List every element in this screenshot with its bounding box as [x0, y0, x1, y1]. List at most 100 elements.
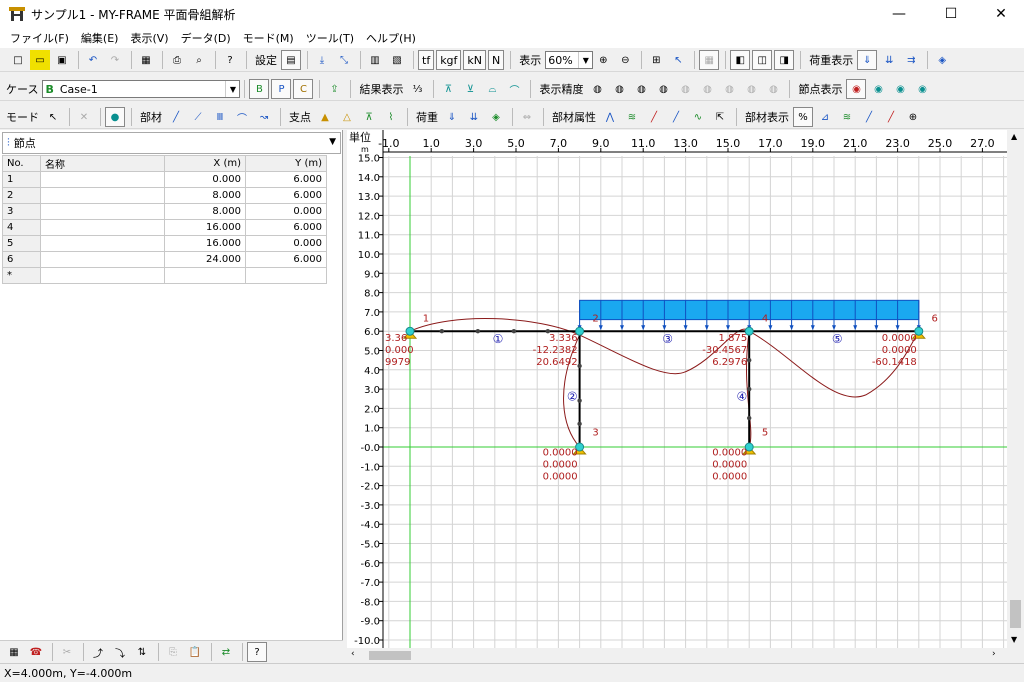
- select-arrow-icon[interactable]: ↖: [43, 107, 63, 127]
- result-table-icon[interactable]: ⅓: [407, 79, 427, 99]
- case-p-button[interactable]: P: [271, 79, 292, 99]
- pan-icon[interactable]: ↖: [668, 50, 688, 70]
- node-display-icon-3[interactable]: ◉: [890, 79, 910, 99]
- column-header-no[interactable]: No.: [2, 155, 41, 172]
- table-view-icon[interactable]: ▦: [4, 642, 24, 662]
- column-header-x[interactable]: X (m): [164, 155, 246, 172]
- cell-name[interactable]: [40, 267, 165, 284]
- case-select[interactable]: B Case-1 ▼: [42, 80, 241, 98]
- scroll-right-icon[interactable]: ›: [992, 649, 996, 659]
- cell-name[interactable]: [40, 171, 165, 188]
- frame-canvas[interactable]: 単位 m -1.0 1.0 3.0 5.0 7.0 9.0 11.0 13.0 15.0 17.0 19…: [347, 130, 1007, 648]
- result-moment-icon[interactable]: ⌓: [482, 79, 502, 99]
- table-new-row[interactable]: *: [2, 267, 327, 284]
- sort-icon[interactable]: ⇅: [132, 642, 152, 662]
- member-display-icon-4[interactable]: ╱: [859, 107, 879, 127]
- export-icon[interactable]: ⤡: [334, 50, 354, 70]
- panel-type-select[interactable]: ⫶ 節点 ▼: [2, 132, 341, 154]
- member-arc-icon[interactable]: ⌒: [232, 107, 252, 127]
- save-icon[interactable]: ▣: [52, 50, 72, 70]
- precision-icon-9[interactable]: ◍: [763, 79, 783, 99]
- member-display-icon-1[interactable]: %: [793, 107, 813, 127]
- move-down-icon[interactable]: ⤵: [110, 642, 130, 662]
- menu-mode[interactable]: モード(M): [237, 30, 300, 46]
- attr-icon-5[interactable]: ∿: [688, 107, 708, 127]
- zoom-select[interactable]: 60% ▼: [545, 51, 594, 69]
- precision-icon-8[interactable]: ◍: [741, 79, 761, 99]
- menu-data[interactable]: データ(D): [175, 30, 237, 46]
- menu-view[interactable]: 表示(V): [124, 30, 174, 46]
- precision-icon-6[interactable]: ◍: [697, 79, 717, 99]
- cell-x[interactable]: 8.000: [164, 203, 246, 220]
- cell-x[interactable]: 16.000: [164, 235, 246, 252]
- layout-left-icon[interactable]: ◨: [774, 50, 795, 70]
- refresh-icon[interactable]: ⇄: [216, 642, 236, 662]
- scroll-down-icon[interactable]: ▼: [1011, 635, 1017, 644]
- import-icon[interactable]: ⤓: [312, 50, 332, 70]
- table-row[interactable]: 6 24.000 6.000: [2, 251, 327, 268]
- node-mode-icon[interactable]: ●: [105, 107, 125, 127]
- menu-edit[interactable]: 編集(E): [75, 30, 125, 46]
- result-axial-icon[interactable]: ⊼: [438, 79, 458, 99]
- case-b-button[interactable]: B: [249, 79, 270, 99]
- column-header-name[interactable]: 名称: [40, 155, 165, 172]
- fit-view-icon[interactable]: ⊞: [646, 50, 666, 70]
- vertical-scrollbar[interactable]: ▲ ▼: [1007, 130, 1024, 648]
- member-display-icon-5[interactable]: ╱: [881, 107, 901, 127]
- load-display-icon-2[interactable]: ⇊: [879, 50, 899, 70]
- table-row[interactable]: 4 16.000 6.000: [2, 219, 327, 236]
- table-row[interactable]: 1 0.000 6.000: [2, 171, 327, 188]
- unit-kn-button[interactable]: kN: [463, 50, 487, 70]
- cell-x[interactable]: [164, 267, 246, 284]
- copy-icon[interactable]: ⎘: [163, 642, 183, 662]
- member-curve-icon[interactable]: ↝: [254, 107, 274, 127]
- settings-icon[interactable]: ▤: [281, 50, 301, 70]
- calculator-icon[interactable]: ▦: [136, 50, 156, 70]
- undo-icon[interactable]: ↶: [83, 50, 103, 70]
- attr-icon-6[interactable]: ⇱: [710, 107, 730, 127]
- table-row[interactable]: 5 16.000 0.000: [2, 235, 327, 252]
- attr-icon-2[interactable]: ≋: [622, 107, 642, 127]
- print-icon[interactable]: ⎙: [167, 50, 187, 70]
- case-copy-icon[interactable]: ⇪: [324, 79, 344, 99]
- precision-icon-5[interactable]: ◍: [675, 79, 695, 99]
- minimize-button[interactable]: —: [876, 0, 922, 28]
- zoom-in-icon[interactable]: ⊕: [593, 50, 613, 70]
- member-display-icon-6[interactable]: ⊕: [903, 107, 923, 127]
- load-display-icon-4[interactable]: ◈: [932, 50, 952, 70]
- delete-row-icon[interactable]: ✂: [57, 642, 77, 662]
- support-pin-icon[interactable]: ▲: [315, 107, 335, 127]
- cell-x[interactable]: 24.000: [164, 251, 246, 268]
- cell-y[interactable]: 6.000: [245, 187, 327, 204]
- print-preview-icon[interactable]: ⌕: [189, 50, 209, 70]
- menu-file[interactable]: ファイル(F): [4, 30, 75, 46]
- move-up-icon[interactable]: ⤴: [88, 642, 108, 662]
- node-display-icon-2[interactable]: ◉: [868, 79, 888, 99]
- case-c-button[interactable]: C: [293, 79, 314, 99]
- load-dist-icon[interactable]: ⇊: [464, 107, 484, 127]
- layout-split-icon[interactable]: ◫: [752, 50, 773, 70]
- open-folder-icon[interactable]: ▭: [30, 50, 50, 70]
- result-shear-icon[interactable]: ⊻: [460, 79, 480, 99]
- member-display-icon-2[interactable]: ⊿: [815, 107, 835, 127]
- maximize-button[interactable]: ☐: [928, 0, 974, 28]
- table-row[interactable]: 2 8.000 6.000: [2, 187, 327, 204]
- precision-icon-2[interactable]: ◍: [609, 79, 629, 99]
- load-display-icon-1[interactable]: ⇓: [857, 50, 878, 70]
- precision-icon-7[interactable]: ◍: [719, 79, 739, 99]
- precision-icon-3[interactable]: ◍: [631, 79, 651, 99]
- attr-icon-1[interactable]: ⋀: [600, 107, 620, 127]
- cell-name[interactable]: [40, 251, 165, 268]
- panel-help-icon[interactable]: ?: [247, 642, 267, 662]
- close-button[interactable]: ✕: [978, 0, 1024, 28]
- column-header-y[interactable]: Y (m): [245, 155, 327, 172]
- node-display-icon-1[interactable]: ◉: [846, 79, 867, 99]
- menu-help[interactable]: ヘルプ(H): [360, 30, 422, 46]
- cell-y[interactable]: 6.000: [245, 251, 327, 268]
- cell-x[interactable]: 16.000: [164, 219, 246, 236]
- attr-icon-3[interactable]: ╱: [644, 107, 664, 127]
- cell-y[interactable]: 0.000: [245, 203, 327, 220]
- delete-icon[interactable]: ✕: [74, 107, 94, 127]
- menu-tools[interactable]: ツール(T): [300, 30, 360, 46]
- unit-kgf-button[interactable]: kgf: [436, 50, 462, 70]
